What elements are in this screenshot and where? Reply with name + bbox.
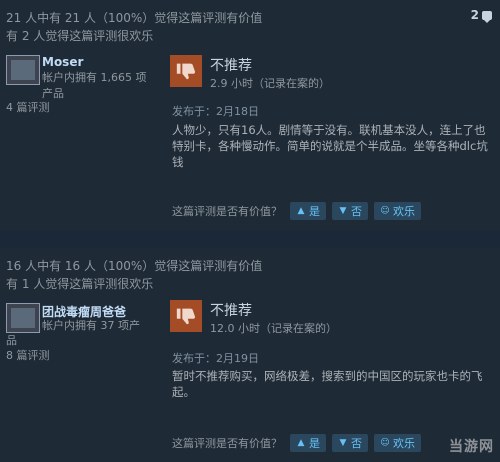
vote-funny-button[interactable]: ☺ 欢乐 xyxy=(374,202,421,220)
recommendation-title: 不推荐 xyxy=(210,58,252,74)
products-owned[interactable]: 帐户内拥有 37 项产 xyxy=(42,318,167,333)
playtime: 2.9 小时（记录在案的） xyxy=(210,77,330,90)
avatar-placeholder-icon xyxy=(11,60,35,80)
site-watermark: 当游网 xyxy=(449,439,494,455)
vote-row: 这篇评测是否有价值？ ▲ 是 ▼ 否 ☺ 欢乐 xyxy=(172,202,421,220)
thumbs-up-icon: ▲ xyxy=(297,206,305,216)
avatar[interactable] xyxy=(6,55,40,85)
vote-no-button[interactable]: ▼ 否 xyxy=(332,202,368,220)
recommendation-title: 不推荐 xyxy=(210,303,252,319)
vote-no-button[interactable]: ▼ 否 xyxy=(332,434,368,452)
rating-box[interactable]: 不推荐 2.9 小时（记录在案的） xyxy=(170,55,490,95)
reviews-count[interactable]: 4 篇评测 xyxy=(6,99,50,115)
thumbs-down-icon xyxy=(170,55,202,87)
smiley-icon: ☺ xyxy=(380,438,390,448)
helpful-count-text: 16 人中有 16 人（100%）觉得这篇评测有价值 xyxy=(6,259,263,273)
avatar-placeholder-icon xyxy=(11,308,35,328)
rating-box[interactable]: 不推荐 12.0 小时（记录在案的） xyxy=(170,300,490,340)
smiley-icon: ☺ xyxy=(380,206,390,216)
review-card-1: 21 人中有 21 人（100%）觉得这篇评测有价值 有 2 人觉得这篇评测很欢… xyxy=(0,0,500,230)
playtime: 12.0 小时（记录在案的） xyxy=(210,322,337,335)
review-content: 暂时不推荐购买，网络极差，搜索到的中国区的玩家也卡的飞起。 xyxy=(172,369,483,399)
vote-yes-button[interactable]: ▲ 是 xyxy=(290,202,326,220)
vote-yes-button[interactable]: ▲ 是 xyxy=(290,434,326,452)
vote-question: 这篇评测是否有价值？ xyxy=(172,437,282,450)
posted-date: 发布于：2月19日 xyxy=(172,352,259,365)
funny-count-text: 有 1 人觉得这篇评测很欢乐 xyxy=(6,277,154,291)
avatar[interactable] xyxy=(6,303,40,333)
comment-count[interactable]: 2 xyxy=(470,8,492,23)
thumbs-down-small-icon: ▼ xyxy=(339,206,347,216)
vote-question: 这篇评测是否有价值？ xyxy=(172,205,282,218)
thumbs-up-icon: ▲ xyxy=(297,438,305,448)
review-content: 人物少，只有16人。剧情等于没有。联机基本没人，连上了也特别卡，各种慢动作。简单… xyxy=(172,123,488,169)
username[interactable]: Moser xyxy=(42,55,83,69)
comment-count-value: 2 xyxy=(470,8,479,22)
reviews-count[interactable]: 8 篇评测 xyxy=(6,347,50,363)
products-owned[interactable]: 帐户内拥有 1,665 项 xyxy=(42,70,167,85)
review-separator xyxy=(0,230,500,248)
products-owned-cont: 品 xyxy=(6,334,17,347)
posted-date: 发布于：2月18日 xyxy=(172,105,259,118)
review-card-2: 16 人中有 16 人（100%）觉得这篇评测有价值 有 1 人觉得这篇评测很欢… xyxy=(0,248,500,462)
funny-count-text: 有 2 人觉得这篇评测很欢乐 xyxy=(6,29,154,43)
vote-row: 这篇评测是否有价值？ ▲ 是 ▼ 否 ☺ 欢乐 xyxy=(172,434,421,452)
helpful-count-text: 21 人中有 21 人（100%）觉得这篇评测有价值 xyxy=(6,11,263,25)
comment-bubble-icon xyxy=(482,10,492,23)
vote-funny-button[interactable]: ☺ 欢乐 xyxy=(374,434,421,452)
thumbs-down-icon xyxy=(170,300,202,332)
thumbs-down-small-icon: ▼ xyxy=(339,438,347,448)
